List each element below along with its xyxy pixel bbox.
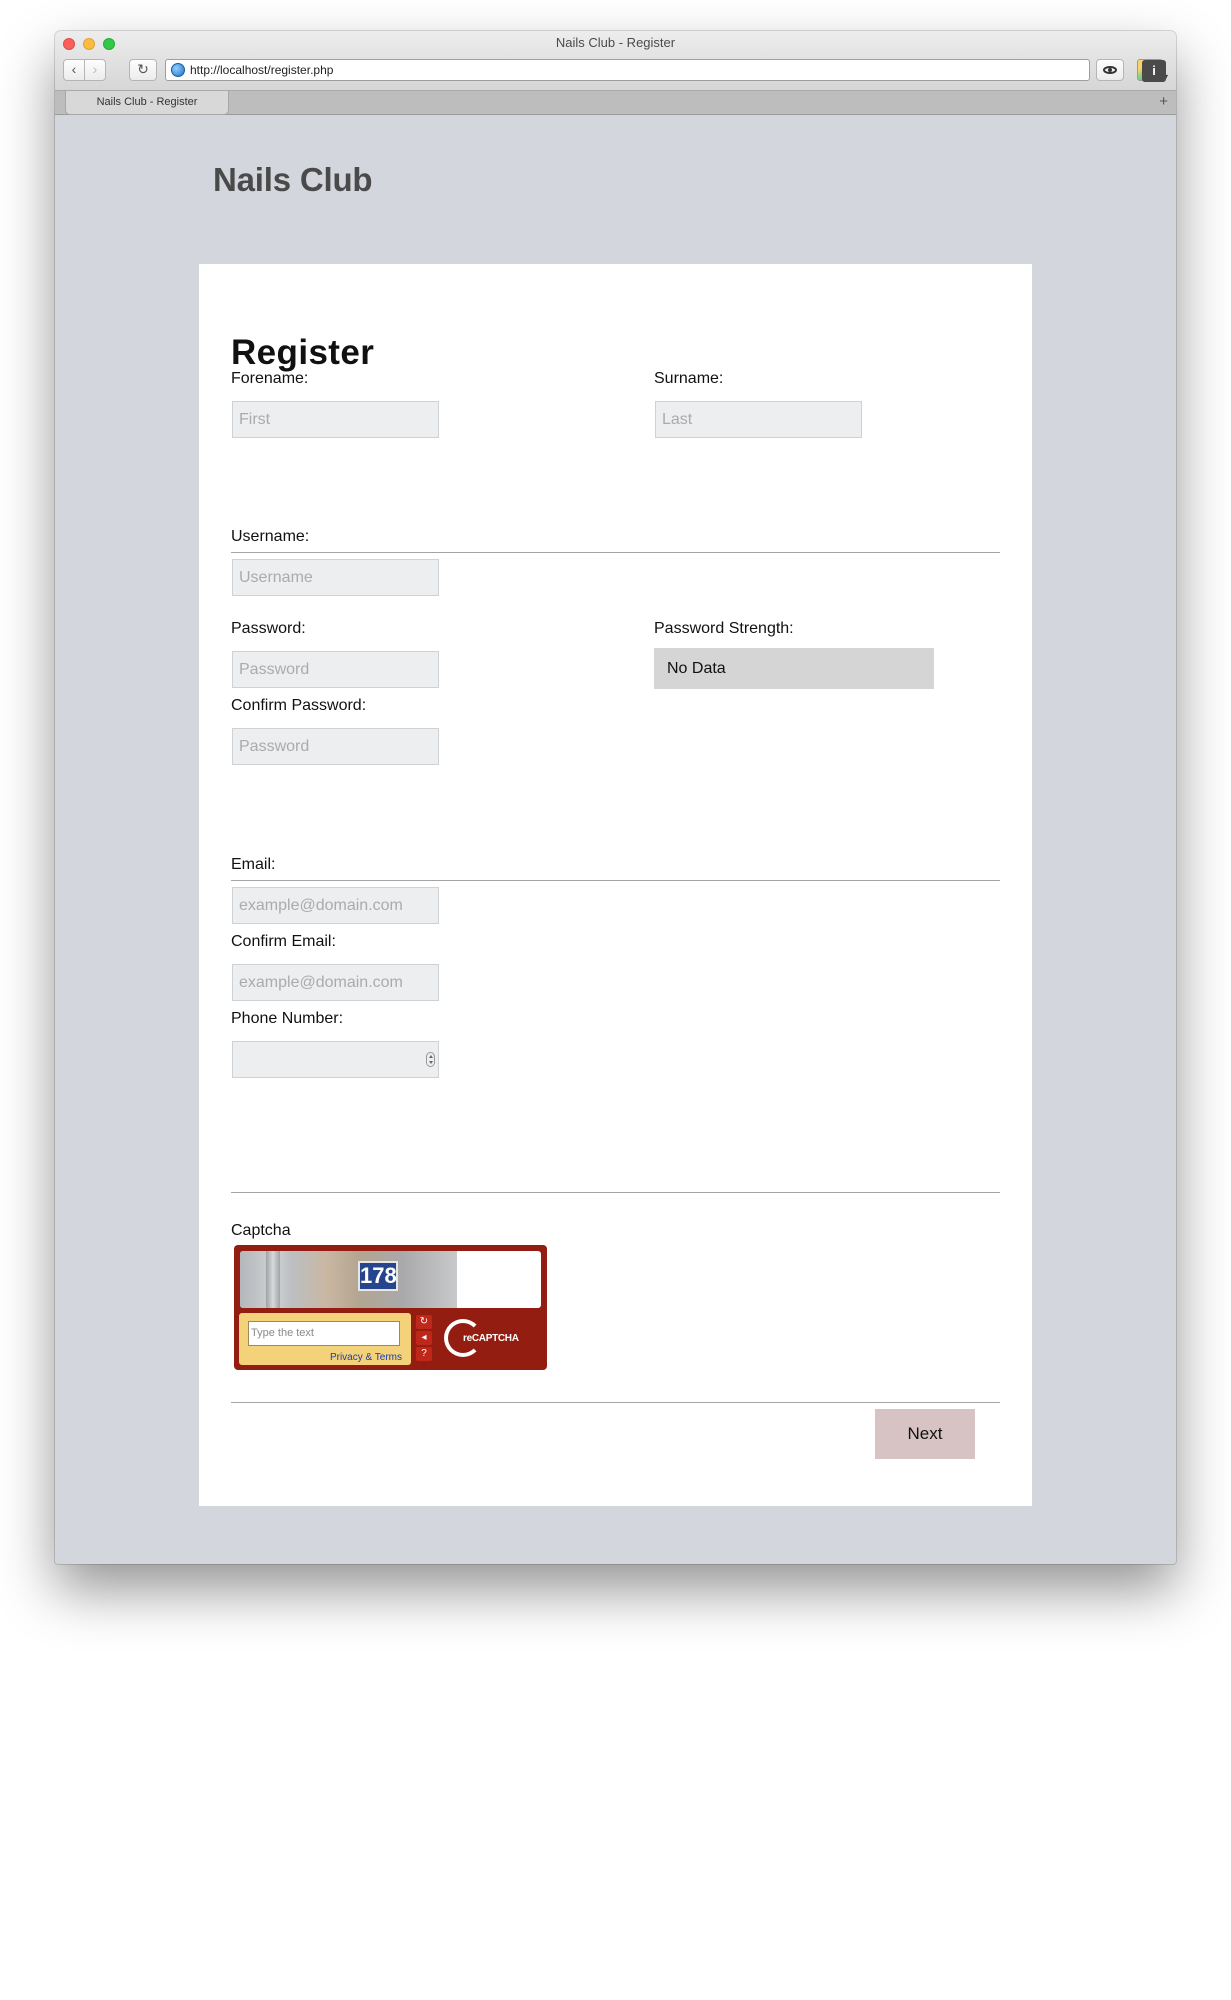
email-label: Email:: [231, 856, 276, 873]
confirm-email-input[interactable]: example@domain.com: [232, 964, 439, 1001]
password-strength-label: Password Strength:: [654, 620, 794, 637]
tab-register[interactable]: Nails Club - Register: [65, 91, 229, 115]
forename-input[interactable]: First: [232, 401, 439, 438]
phone-label: Phone Number:: [231, 1010, 344, 1027]
address-bar-url: http://localhost/register.php: [190, 63, 334, 77]
register-card: Register Forename: First Surname: Last U…: [199, 264, 1032, 1506]
title-bar: Nails Club - Register ‹ › ↻ http://local…: [55, 31, 1176, 91]
audio-icon[interactable]: ◂: [416, 1331, 432, 1345]
reader-button[interactable]: [1096, 59, 1124, 81]
captcha-label: Captcha: [231, 1222, 291, 1239]
surname-input[interactable]: Last: [655, 401, 862, 438]
password-input[interactable]: Password: [232, 651, 439, 688]
globe-icon: [171, 63, 185, 77]
password-strength-meter: No Data: [654, 648, 934, 689]
number-stepper[interactable]: [426, 1052, 435, 1067]
email-input[interactable]: example@domain.com: [232, 887, 439, 924]
surname-label: Surname:: [654, 370, 724, 387]
divider: [231, 1402, 1000, 1403]
captcha-input-area: Type the text Privacy & Terms: [239, 1313, 411, 1365]
captcha-image: 178: [240, 1251, 541, 1308]
refresh-icon[interactable]: ↻: [416, 1315, 432, 1329]
back-button[interactable]: ‹: [63, 59, 85, 81]
confirm-email-label: Confirm Email:: [231, 933, 336, 950]
username-input[interactable]: Username: [232, 559, 439, 596]
window-title: Nails Club - Register: [555, 35, 676, 50]
privacy-terms-link[interactable]: Privacy & Terms: [330, 1352, 402, 1363]
help-icon[interactable]: ?: [416, 1347, 432, 1361]
confirm-password-label: Confirm Password:: [231, 697, 367, 714]
password-label: Password:: [231, 620, 306, 637]
recaptcha-widget: 178 Type the text Privacy & Terms ↻ ◂ ? …: [234, 1245, 547, 1370]
forward-button[interactable]: ›: [84, 59, 106, 81]
new-tab-button[interactable]: +: [1159, 93, 1168, 110]
divider: [231, 1192, 1000, 1193]
divider: [231, 880, 1000, 881]
confirm-password-input[interactable]: Password: [232, 728, 439, 765]
reload-button[interactable]: ↻: [129, 59, 157, 81]
info-icon[interactable]: i: [1142, 60, 1166, 82]
site-title: Nails Club: [213, 161, 373, 198]
page-title: Register: [231, 333, 375, 372]
captcha-text-input[interactable]: Type the text: [248, 1321, 400, 1346]
next-button[interactable]: Next: [875, 1409, 975, 1459]
forename-label: Forename:: [231, 370, 309, 387]
address-bar[interactable]: http://localhost/register.php: [165, 59, 1090, 81]
captcha-photo: 178: [240, 1251, 457, 1308]
username-label: Username:: [231, 528, 310, 545]
divider: [231, 552, 1000, 553]
tab-bar: Nails Club - Register +: [55, 91, 1176, 115]
recaptcha-logo-text: reCAPTCHA: [463, 1333, 519, 1344]
phone-input[interactable]: [232, 1041, 439, 1078]
captcha-number: 178: [358, 1261, 398, 1291]
browser-window: Nails Club - Register ‹ › ↻ http://local…: [55, 31, 1176, 1564]
eye-icon: [1103, 66, 1117, 74]
